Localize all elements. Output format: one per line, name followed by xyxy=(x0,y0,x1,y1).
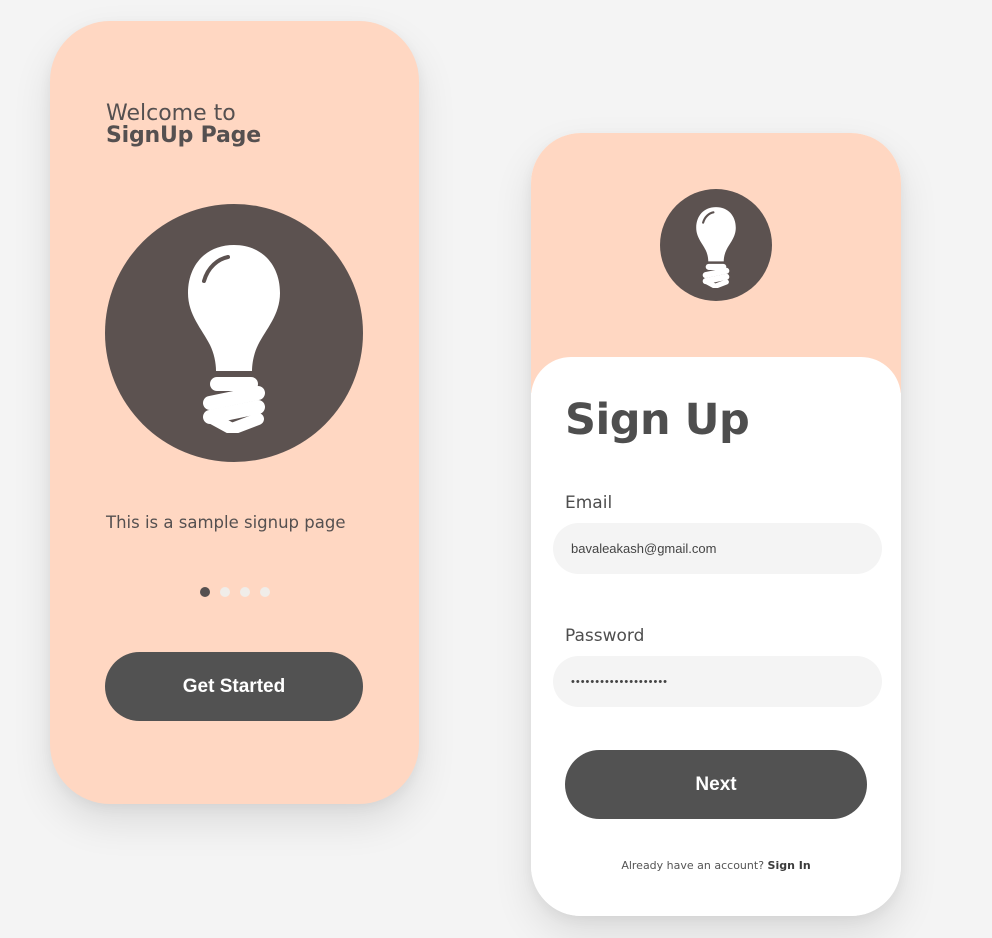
pagination-dot-active[interactable] xyxy=(200,587,210,597)
signup-form: Sign Up Email Password Next Already have… xyxy=(531,357,901,916)
welcome-heading: Welcome to SignUp Page xyxy=(106,103,261,147)
page-title: Sign Up xyxy=(565,395,750,445)
signup-card: Sign Up Email Password Next Already have… xyxy=(531,133,901,916)
pagination-dot[interactable] xyxy=(260,587,270,597)
pagination-dot[interactable] xyxy=(220,587,230,597)
welcome-heading-line1: Welcome to xyxy=(106,101,236,126)
signup-header xyxy=(531,133,901,393)
signin-prompt-text: Already have an account? xyxy=(621,859,765,872)
welcome-card: Welcome to SignUp Page This is a sample … xyxy=(50,21,419,804)
pagination-dot[interactable] xyxy=(240,587,250,597)
lightbulb-icon xyxy=(188,245,280,433)
welcome-heading-line2: SignUp Page xyxy=(106,123,261,148)
welcome-description: This is a sample signup page xyxy=(106,513,346,532)
signup-logo xyxy=(660,189,772,301)
signin-prompt: Already have an account? Sign In xyxy=(531,859,901,872)
pagination-dots xyxy=(200,587,270,597)
signin-link[interactable]: Sign In xyxy=(768,859,811,872)
next-button[interactable]: Next xyxy=(565,750,867,819)
hero-illustration xyxy=(105,204,363,462)
get-started-button[interactable]: Get Started xyxy=(105,652,363,721)
email-label: Email xyxy=(565,493,613,513)
lightbulb-icon xyxy=(696,207,736,288)
stage: Welcome to SignUp Page This is a sample … xyxy=(0,0,992,938)
email-field[interactable] xyxy=(553,523,882,574)
password-label: Password xyxy=(565,626,645,646)
password-field[interactable] xyxy=(553,656,882,707)
